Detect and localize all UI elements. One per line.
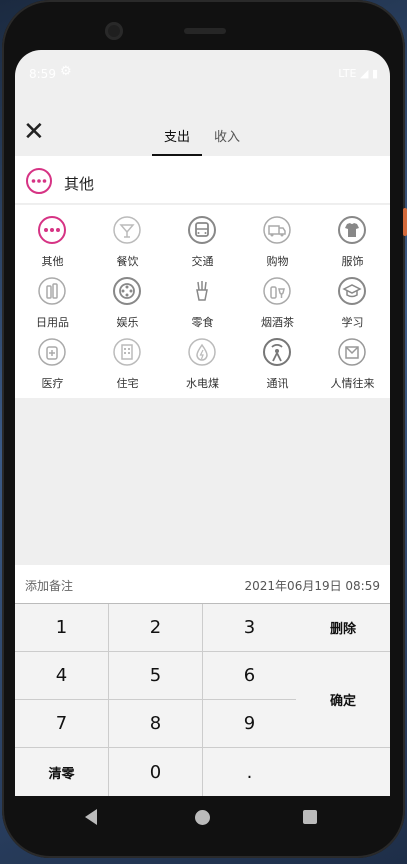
wine-icon [263,277,291,305]
selected-category: 其他 [15,156,390,204]
key-8[interactable]: 8 [109,700,203,748]
clear-button[interactable]: 清零 [15,748,109,796]
category-label: 日用品 [36,316,69,329]
bus-icon [188,216,216,244]
category-label: 通讯 [266,377,289,390]
key-dot[interactable]: . [203,748,297,796]
category-label: 其他 [41,255,64,268]
graduation-cap-icon [338,277,366,305]
category-transport[interactable]: 交通 [165,215,240,275]
keypad-blank [296,748,390,796]
truck-icon [263,216,291,244]
side-button [403,208,407,236]
category-label: 人情往来 [330,377,375,390]
category-label: 烟酒茶 [261,316,294,329]
add-note-input[interactable]: 添加备注 [25,577,73,594]
date-picker[interactable]: 2021年06月19日 08:59 [245,577,380,594]
category-label: 零食 [191,316,214,329]
app-screen: 8:59 ⚙ LTE ◢ ▮ ✕ 支出 收入 其他 其他 餐饮 交通 购物 服饰… [15,50,390,796]
key-0[interactable]: 0 [109,748,203,796]
delete-button[interactable]: 删除 [296,604,390,652]
note-bar: 添加备注 2021年06月19日 08:59 [15,565,390,603]
category-label: 学习 [341,316,364,329]
speaker [184,28,226,34]
fries-icon [196,281,208,301]
category-label: 购物 [266,255,289,268]
signal-battery-icon: LTE ◢ ▮ [338,67,378,80]
water-electric-icon [188,338,216,366]
category-label: 娱乐 [116,316,139,329]
key-1[interactable]: 1 [15,604,109,652]
category-label: 服饰 [341,255,364,268]
category-communication[interactable]: 通讯 [240,337,315,397]
status-time: 8:59 [29,67,56,81]
envelope-icon [338,338,366,366]
system-nav-bar [15,796,390,840]
tab-income[interactable]: 收入 [214,126,240,145]
recent-apps-icon[interactable] [303,810,317,824]
back-icon[interactable] [85,809,97,825]
selected-category-label: 其他 [64,175,95,193]
category-entertainment[interactable]: 娱乐 [90,276,165,336]
category-label: 住宅 [116,377,139,390]
category-housing[interactable]: 住宅 [90,337,165,397]
confirm-button[interactable]: 确定 [296,652,390,748]
key-5[interactable]: 5 [109,652,203,700]
more-dots-icon [26,168,52,194]
category-study[interactable]: 学习 [315,276,390,336]
status-bar: 8:59 ⚙ LTE ◢ ▮ [15,50,390,98]
category-other[interactable]: 其他 [15,215,90,275]
category-label: 水电煤 [186,377,219,390]
category-dining[interactable]: 餐饮 [90,215,165,275]
antenna-icon [263,338,291,366]
category-grid: 其他 餐饮 交通 购物 服饰 日用品 娱乐 零食 烟酒茶 学习 医疗 住宅 水电… [15,205,390,398]
more-dots-icon [38,216,66,244]
category-daily-goods[interactable]: 日用品 [15,276,90,336]
number-keypad: 1 2 3 删除 4 5 6 7 8 9 确定 清零 0 . [15,603,390,796]
toiletries-icon [38,277,66,305]
category-label: 医疗 [41,377,64,390]
key-3[interactable]: 3 [203,604,297,652]
category-tobacco-alcohol-tea[interactable]: 烟酒茶 [240,276,315,336]
key-2[interactable]: 2 [109,604,203,652]
camera [105,22,123,40]
category-shopping[interactable]: 购物 [240,215,315,275]
tab-expense[interactable]: 支出 [164,126,190,145]
key-7[interactable]: 7 [15,700,109,748]
building-icon [113,338,141,366]
category-label: 餐饮 [116,255,139,268]
shirt-icon [338,216,366,244]
category-gifts-social[interactable]: 人情往来 [315,337,390,397]
home-icon[interactable] [195,810,210,825]
key-6[interactable]: 6 [203,652,297,700]
category-clothing[interactable]: 服饰 [315,215,390,275]
category-snacks[interactable]: 零食 [165,276,240,336]
medicine-icon [38,338,66,366]
key-4[interactable]: 4 [15,652,109,700]
category-medical[interactable]: 医疗 [15,337,90,397]
category-label: 交通 [191,255,214,268]
top-bar [15,98,390,156]
category-utilities[interactable]: 水电煤 [165,337,240,397]
cocktail-icon [113,216,141,244]
settings-icon: ⚙ [60,64,72,79]
film-reel-icon [113,277,141,305]
close-icon[interactable]: ✕ [23,119,47,145]
key-9[interactable]: 9 [203,700,297,748]
